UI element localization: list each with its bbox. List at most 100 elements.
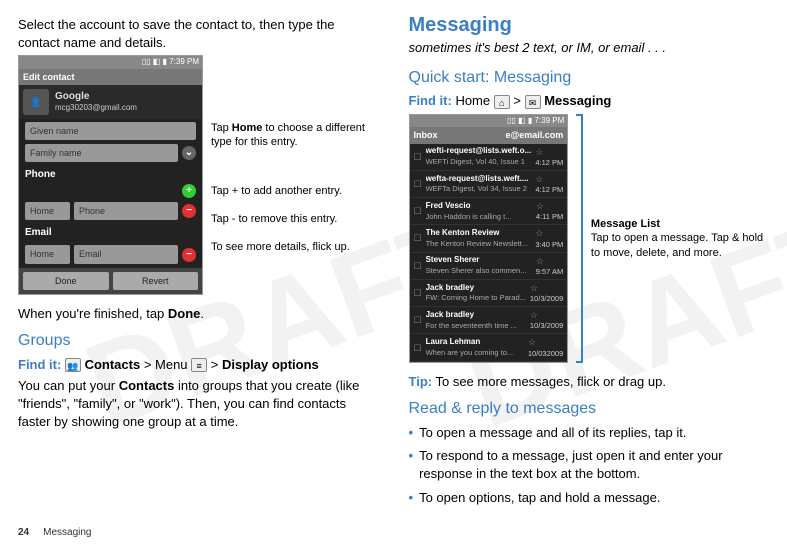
message-list-desc: Tap to open a message. Tap & hold to mov… — [591, 231, 769, 260]
msg-sender: Jack bradley — [426, 310, 526, 321]
message-row[interactable]: ☐ Jack bradleyFor the seventeenth time ..… — [410, 307, 568, 334]
msg-time: 10/032009 — [528, 349, 563, 359]
inbox-header: Inbox e@email.com — [410, 127, 568, 143]
checkbox-icon[interactable]: ☐ — [414, 342, 422, 354]
status-icons: ▯▯ ◧ ▮ — [507, 116, 532, 127]
checkbox-icon[interactable]: ☐ — [414, 178, 422, 190]
annotation-plus: Tap + to add another entry. — [211, 184, 379, 198]
email-type-field[interactable]: Home — [25, 245, 70, 263]
msg-sender: The Kenton Review — [426, 228, 532, 239]
inbox-phone-mock: ▯▯ ◧ ▮ 7:39 PM Inbox e@email.com ☐ wefti-… — [409, 114, 569, 363]
star-icon[interactable]: ☆ — [535, 146, 563, 158]
account-email: mcg30203@gmail.com — [55, 103, 137, 114]
family-name-field[interactable]: Family name — [25, 144, 178, 162]
msg-time: 4:12 PM — [535, 158, 563, 168]
right-column: Messaging sometimes it's best 2 text, or… — [409, 12, 770, 512]
msg-sender: wefti-request@lists.weft.o... — [426, 146, 532, 157]
messaging-subtitle: sometimes it's best 2 text, or IM, or em… — [409, 39, 770, 57]
phone-number-field[interactable]: Phone — [74, 202, 178, 220]
message-row[interactable]: ☐Jack bradleyFW: Coming Home to Parad...… — [410, 280, 568, 307]
message-list-label: Message List — [591, 217, 769, 232]
msg-preview: FW: Coming Home to Parad... — [426, 293, 526, 303]
groups-body: You can put your Contacts into groups th… — [18, 377, 379, 430]
message-row[interactable]: ☐ wefta-request@lists.weft....WEFTa Diges… — [410, 171, 568, 198]
annotation-flick: To see more details, flick up. — [211, 240, 379, 254]
msg-time: 9:57 AM — [536, 267, 564, 277]
page-number: 24 — [18, 526, 29, 540]
checkbox-icon[interactable]: ☐ — [414, 314, 422, 326]
checkbox-icon[interactable]: ☐ — [414, 205, 422, 217]
home-icon: ⌂ — [494, 95, 510, 109]
page-footer: 24 Messaging — [18, 526, 769, 540]
callout-bracket — [576, 114, 583, 363]
status-time: 7:39 PM — [534, 116, 564, 127]
msg-time: 10/3/2009 — [530, 294, 563, 304]
message-list: ☐ wefti-request@lists.weft.o...WEFTi Dige… — [410, 144, 568, 362]
phone-type-field[interactable]: Home — [25, 202, 70, 220]
checkbox-icon[interactable]: ☐ — [414, 232, 422, 244]
phone-section-label: Phone — [19, 166, 202, 184]
msg-time: 4:12 PM — [535, 185, 563, 195]
msg-sender: wefta-request@lists.weft.... — [426, 174, 532, 185]
messaging-icon: ✉ — [525, 95, 541, 109]
add-phone-icon[interactable]: + — [182, 184, 196, 198]
done-button[interactable]: Done — [23, 272, 109, 290]
message-row[interactable]: ☐Steven ShererSteven Sherer also commen.… — [410, 253, 568, 280]
findit-label: Find it: — [18, 357, 61, 372]
star-icon[interactable]: ☆ — [536, 255, 564, 267]
star-icon[interactable]: ☆ — [535, 227, 563, 239]
star-icon[interactable]: ☆ — [535, 173, 563, 185]
message-row[interactable]: ☐ Fred VescioJohn Haddon is calling t... ☆… — [410, 198, 568, 225]
checkbox-icon[interactable]: ☐ — [414, 151, 422, 163]
email-field[interactable]: Email — [74, 245, 178, 263]
message-row[interactable]: ☐Laura LehmanWhen are you coming to...☆1… — [410, 334, 568, 361]
msg-preview: WEFTa Digest, Vol 34, Issue 2 — [426, 184, 532, 194]
star-icon[interactable]: ☆ — [530, 309, 563, 321]
message-row[interactable]: ☐ The Kenton ReviewThe Kenton Review News… — [410, 225, 568, 252]
bullet-item: To open a message and all of its replies… — [409, 424, 770, 442]
status-time: 7:39 PM — [169, 57, 199, 68]
msg-sender: Laura Lehman — [426, 337, 524, 348]
tip-text: Tip: To see more messages, flick or drag… — [409, 373, 770, 391]
expand-name-icon[interactable]: ⌄ — [182, 146, 196, 160]
inbox-account-email: e@email.com — [505, 129, 563, 141]
remove-phone-icon[interactable]: − — [182, 204, 196, 218]
account-row: 👤 Google mcg30203@gmail.com — [19, 85, 202, 119]
edit-contact-phone-mock: ▯▯ ◧ ▮ 7:39 PM Edit contact 👤 Google mcg… — [18, 55, 203, 295]
status-bar: ▯▯ ◧ ▮ 7:39 PM — [19, 56, 202, 69]
msg-preview: WEFTi Digest, Vol 40, Issue 1 — [426, 157, 532, 167]
msg-time: 10/3/2009 — [530, 321, 563, 331]
remove-email-icon[interactable]: − — [182, 248, 196, 262]
quickstart-heading: Quick start: Messaging — [409, 67, 770, 89]
msg-preview: John Haddon is calling t... — [426, 212, 532, 222]
bullet-item: To open options, tap and hold a message. — [409, 489, 770, 507]
menu-icon: ≡ — [191, 358, 207, 372]
msg-time: 3:40 PM — [535, 240, 563, 250]
msg-preview: For the seventeenth time ... — [426, 321, 526, 331]
account-name: Google — [55, 90, 137, 104]
read-reply-heading: Read & reply to messages — [409, 398, 770, 420]
status-icons: ▯▯ ◧ ▮ — [142, 57, 167, 68]
annotation-minus: Tap - to remove this entry. — [211, 212, 379, 226]
msg-sender: Fred Vescio — [426, 201, 532, 212]
given-name-field[interactable]: Given name — [25, 122, 196, 140]
star-icon[interactable]: ☆ — [530, 282, 563, 294]
contact-avatar-icon: 👤 — [23, 89, 49, 115]
inbox-label: Inbox — [414, 129, 438, 141]
checkbox-icon[interactable]: ☐ — [414, 260, 422, 272]
revert-button[interactable]: Revert — [113, 272, 199, 290]
intro-text: Select the account to save the contact t… — [18, 16, 379, 51]
status-bar: ▯▯ ◧ ▮ 7:39 PM — [410, 115, 568, 128]
msg-time: 4:11 PM — [536, 212, 563, 222]
star-icon[interactable]: ☆ — [536, 200, 563, 212]
bullet-item: To respond to a message, just open it an… — [409, 447, 770, 482]
msg-preview: Steven Sherer also commen... — [426, 266, 532, 276]
read-reply-bullets: To open a message and all of its replies… — [409, 424, 770, 506]
message-row[interactable]: ☐ wefti-request@lists.weft.o...WEFTi Dige… — [410, 144, 568, 171]
footer-section: Messaging — [43, 526, 91, 540]
star-icon[interactable]: ☆ — [528, 336, 563, 348]
checkbox-icon[interactable]: ☐ — [414, 287, 422, 299]
msg-preview: The Kenton Review Newslett... — [426, 239, 532, 249]
screen-title: Edit contact — [19, 69, 202, 85]
annotation-home: Tap Home to choose a different type for … — [211, 121, 379, 150]
